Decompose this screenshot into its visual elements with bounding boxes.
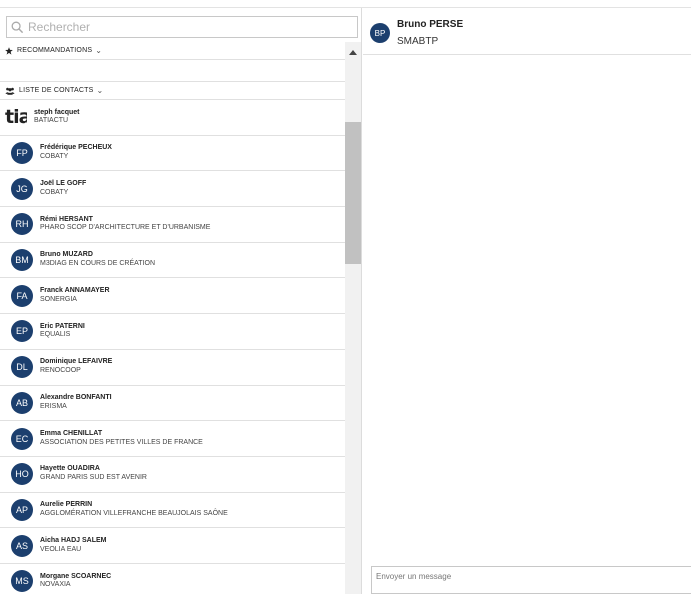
contact-row[interactable]: JG Joël LE GOFF COBATY (0, 171, 345, 208)
contact-text: steph facquet BATIACTU (34, 109, 80, 127)
contact-organization: SONERGIA (40, 295, 77, 303)
contact-row[interactable]: FP Frédérique PECHEUX COBATY (0, 136, 345, 172)
contact-organization: M3DIAG EN COURS DE CRÉATION (40, 260, 155, 268)
contact-rows: tia steph facquet BATIACTU FP Frédérique PEC… (0, 100, 345, 594)
contact-organization: ASSOCIATION DES PETITES VILLES DE FRANCE (40, 438, 203, 446)
contact-row[interactable]: RH Rémi HERSANT PHARO SCOP D'ARCHITECTURE … (0, 207, 345, 243)
recommendations-label: RECOMMANDATIONS (17, 47, 93, 54)
contact-row[interactable]: DL Dominique LEFAIVRE RENOCOOP (0, 350, 345, 386)
contact-organization: BATIACTU (34, 117, 69, 125)
contact-row[interactable]: tia steph facquet BATIACTU (0, 100, 345, 136)
contact-text: Bruno MUZARD M3DIAG EN COURS DE CRÉATION (40, 251, 155, 269)
contact-text: Dominique LEFAIVRE RENOCOOP (40, 358, 112, 376)
contact-row[interactable]: AS Aicha HADJ SALEM VEOLIA EAU (0, 528, 345, 564)
avatar: BM (11, 249, 33, 272)
avatar: AP (11, 498, 33, 521)
contact-text: Alexandre BONFANTI ERISMA (40, 394, 112, 412)
contact-name: Emma CHENILLAT (40, 429, 103, 437)
contact-text: Eric PATERNI EQUALIS (40, 323, 85, 341)
contact-text: Aicha HADJ SALEM VEOLIA EAU (40, 537, 107, 555)
contact-row[interactable]: MS Morgane SCOARNEC NOVAXIA (0, 564, 345, 594)
contacts-label: LISTE DE CONTACTS (19, 87, 94, 94)
top-divider (0, 0, 691, 8)
avatar: RH (11, 213, 33, 236)
contact-organization: PHARO SCOP D'ARCHITECTURE ET D'URBANISME (40, 224, 211, 232)
avatar: FA (11, 284, 33, 307)
avatar: EP (11, 320, 33, 343)
scroll-thumb[interactable] (345, 122, 361, 264)
avatar: EC (11, 427, 33, 450)
contact-row[interactable]: BM Bruno MUZARD M3DIAG EN COURS DE CRÉATIO… (0, 243, 345, 279)
contact-name: Aurelie PERRIN (40, 501, 93, 509)
contact-text: Rémi HERSANT PHARO SCOP D'ARCHITECTURE ET… (40, 216, 210, 234)
contact-text: Joël LE GOFF COBATY (40, 180, 86, 198)
contact-row[interactable]: EP Eric PATERNI EQUALIS (0, 314, 345, 350)
contact-organization: VEOLIA EAU (40, 545, 82, 553)
contact-text: Morgane SCOARNEC NOVAXIA (40, 573, 111, 591)
contact-name: Frédérique PECHEUX (40, 144, 112, 152)
message-input[interactable] (371, 566, 691, 594)
avatar: MS (11, 570, 33, 593)
contact-text: Franck ANNAMAYER SONERGIA (40, 287, 110, 305)
contact-organization: COBATY (40, 188, 69, 196)
contacts-scrollbar[interactable] (345, 42, 361, 594)
search-icon (11, 21, 24, 33)
search-input[interactable] (28, 20, 348, 34)
company-logo: tia (5, 106, 27, 129)
contact-text: Frédérique PECHEUX COBATY (40, 144, 112, 162)
avatar: JG (11, 177, 33, 200)
search-box[interactable] (6, 16, 358, 38)
contact-name: Joël LE GOFF (40, 179, 87, 187)
contact-row[interactable]: EC Emma CHENILLAT ASSOCIATION DES PETITES … (0, 421, 345, 457)
contact-row[interactable]: FA Franck ANNAMAYER SONERGIA (0, 278, 345, 315)
avatar[interactable]: BP (370, 23, 390, 43)
contact-name: Aicha HADJ SALEM (40, 536, 107, 544)
contact-row[interactable]: AB Alexandre BONFANTI ERISMA (0, 386, 345, 422)
star-icon (5, 46, 13, 55)
contacts-header[interactable]: LISTE DE CONTACTS ⌄ (0, 82, 345, 100)
avatar: AS (11, 534, 33, 557)
chat-header: BP Bruno PERSE SMABTP (363, 8, 691, 55)
contact-row[interactable]: HO Hayette OUADIRA GRAND PARIS SUD EST AVE… (0, 457, 345, 493)
chat-contact-name: Bruno PERSE (397, 19, 464, 30)
avatar: FP (11, 142, 33, 165)
contact-text: Hayette OUADIRA GRAND PARIS SUD EST AVENI… (40, 465, 147, 483)
contact-name: Dominique LEFAIVRE (40, 358, 113, 366)
contact-organization: COBATY (40, 153, 69, 161)
chat-panel: BP Bruno PERSE SMABTP (363, 8, 691, 594)
avatar: HO (11, 463, 33, 486)
contact-name: Alexandre BONFANTI (40, 394, 112, 402)
scroll-up-arrow-icon[interactable] (349, 50, 357, 55)
contact-name: steph facquet (34, 108, 80, 116)
contact-row[interactable]: AP Aurelie PERRIN AGGLOMÉRATION VILLEFRANC… (0, 493, 345, 529)
contact-name: Franck ANNAMAYER (40, 287, 110, 295)
contact-name: Bruno MUZARD (40, 251, 93, 259)
recommendations-header[interactable]: RECOMMANDATIONS ⌄ (0, 42, 345, 60)
chat-contact-org: SMABTP (397, 36, 439, 47)
chevron-down-icon: ⌄ (96, 86, 104, 95)
contact-organization: EQUALIS (40, 331, 71, 339)
contact-text: Aurelie PERRIN AGGLOMÉRATION VILLEFRANCHE… (40, 501, 228, 519)
contact-organization: GRAND PARIS SUD EST AVENIR (40, 474, 147, 482)
contacts-panel: RECOMMANDATIONS ⌄ LISTE DE CONTACTS ⌄ ti… (0, 8, 362, 594)
avatar: AB (11, 391, 33, 414)
contact-name: Eric PATERNI (40, 322, 85, 330)
contact-name: Morgane SCOARNEC (40, 572, 112, 580)
contact-organization: NOVAXIA (40, 581, 71, 589)
contact-organization: AGGLOMÉRATION VILLEFRANCHE BEAUJOLAIS SA… (40, 509, 228, 517)
contact-organization: RENOCOOP (40, 367, 81, 375)
users-icon (5, 87, 15, 95)
messaging-page: RECOMMANDATIONS ⌄ LISTE DE CONTACTS ⌄ ti… (0, 0, 691, 594)
recommendations-empty (0, 60, 345, 82)
avatar: DL (11, 356, 33, 379)
contact-list-area: RECOMMANDATIONS ⌄ LISTE DE CONTACTS ⌄ ti… (0, 42, 345, 594)
contact-name: Rémi HERSANT (40, 215, 93, 223)
contact-text: Emma CHENILLAT ASSOCIATION DES PETITES VI… (40, 430, 203, 448)
contact-organization: ERISMA (40, 402, 67, 410)
chevron-down-icon: ⌄ (95, 46, 103, 55)
contact-name: Hayette OUADIRA (40, 465, 100, 473)
